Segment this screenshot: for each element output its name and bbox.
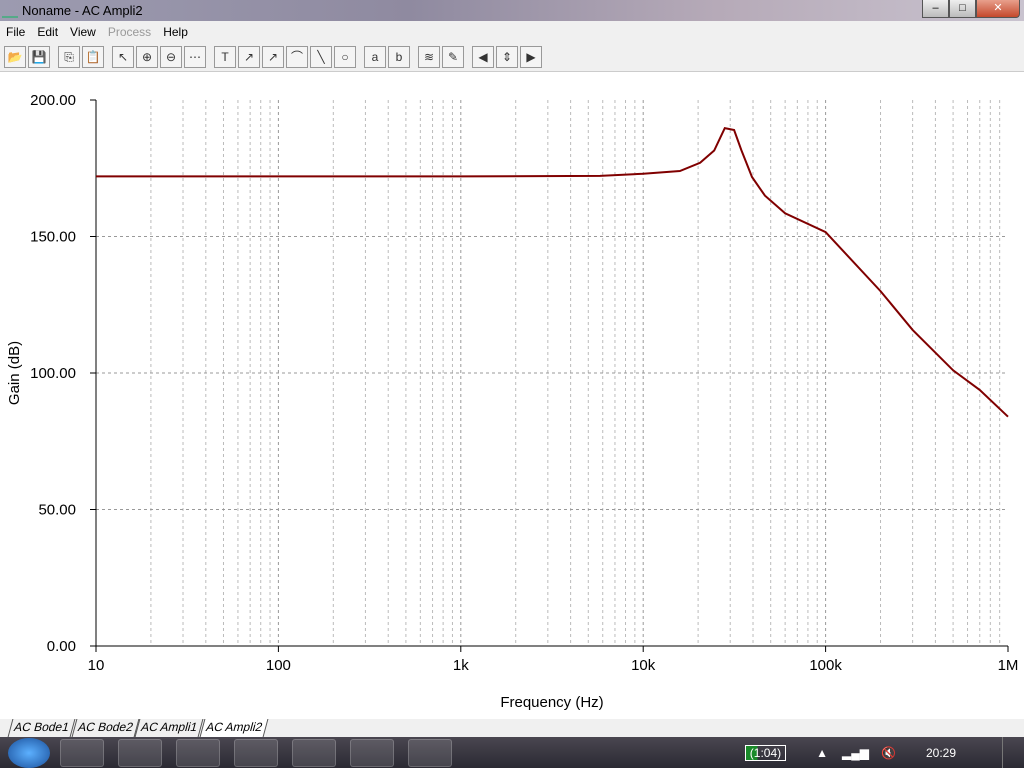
x-tick-label: 1M (998, 657, 1019, 674)
menu-process: Process (107, 24, 152, 39)
cursor-b-icon[interactable]: b (388, 45, 410, 68)
acrobat-icon[interactable] (350, 738, 394, 767)
network-icon[interactable]: ▂▄▆ (842, 746, 869, 760)
onenote-icon[interactable] (176, 738, 220, 767)
pointer-icon[interactable]: ↖ (112, 45, 134, 68)
tab-ac-ampli1[interactable]: AC Ampli1 (134, 719, 204, 737)
explorer-icon[interactable] (118, 738, 162, 767)
window-title: Noname - AC Ampli2 (22, 3, 143, 18)
sheet-tabs: AC Bode1 AC Bode2 AC Ampli1 AC Ampli2 (0, 719, 1024, 737)
menu-edit[interactable]: Edit (37, 25, 58, 39)
toolbar: 📂 💾 ⎘ 📋 ↖ ⊕ ⊖ ⋯ T ↗ ↗ ⌒ ╲ ○ a b ≋ ✎ ◀ ⇕ ▶ (0, 42, 1024, 72)
maximize-button[interactable]: □ (949, 0, 976, 18)
menu-bar: File Edit View Process Help (0, 21, 1024, 42)
bode-plot: 10 100 1k 10k 100k 1M 0.00 50.00 100.00 150.00 200… (6, 92, 1019, 711)
x-axis-label: Frequency (Hz) (500, 694, 603, 711)
app-icon (2, 4, 18, 18)
menu-file[interactable]: File (6, 25, 25, 39)
clock[interactable]: 20:29 (926, 746, 956, 760)
taskbar: (1:04) ▲ ▂▄▆ 🔇 20:29 (0, 737, 1024, 768)
cursor-a-icon[interactable]: a (364, 45, 386, 68)
grid-icon[interactable]: ⋯ (184, 45, 206, 68)
y-tick-label: 0.00 (47, 638, 76, 655)
volume-muted-icon[interactable]: 🔇 (881, 746, 896, 760)
firefox-icon[interactable] (60, 738, 104, 767)
annotate-icon[interactable]: ↗ (238, 45, 260, 68)
show-hidden-icons-icon[interactable]: ▲ (816, 746, 828, 760)
menu-help[interactable]: Help (163, 25, 188, 39)
x-tick-label: 100 (266, 657, 291, 674)
tab-ac-bode1[interactable]: AC Bode1 (7, 719, 76, 737)
x-tick-label: 1k (453, 657, 469, 674)
menu-view[interactable]: View (70, 25, 96, 39)
copy-icon[interactable]: ⎘ (58, 45, 80, 68)
save-icon[interactable]: 💾 (28, 45, 50, 68)
add-probe-icon[interactable]: ✎ (442, 45, 464, 68)
system-tray: (1:04) ▲ ▂▄▆ 🔇 20:29 (744, 737, 1024, 768)
open-folder-icon[interactable]: 📂 (4, 45, 26, 68)
y-tick-label: 150.00 (30, 229, 76, 246)
text-icon[interactable]: T (214, 45, 236, 68)
y-tick-label: 50.00 (38, 502, 76, 519)
minimize-button[interactable]: – (922, 0, 949, 18)
arrow-left-icon[interactable]: ◀ (472, 45, 494, 68)
x-tick-label: 10 (88, 657, 105, 674)
tina-icon[interactable] (408, 738, 452, 767)
line-icon[interactable]: ╲ (310, 45, 332, 68)
zoom-in-icon[interactable]: ⊕ (136, 45, 158, 68)
circle-icon[interactable]: ○ (334, 45, 356, 68)
title-bar: Noname - AC Ampli2 – □ ✕ (0, 0, 1024, 21)
annotate-query-icon[interactable]: ↗ (262, 45, 284, 68)
x-tick-label: 100k (809, 657, 842, 674)
battery-indicator[interactable]: (1:04) (744, 744, 787, 761)
curve-label-icon[interactable]: ⌒ (286, 45, 308, 68)
paste-icon[interactable]: 📋 (82, 45, 104, 68)
start-button[interactable] (8, 737, 50, 768)
show-desktop-button[interactable] (1002, 737, 1024, 768)
tab-ac-bode2[interactable]: AC Bode2 (71, 719, 139, 737)
add-curves-icon[interactable]: ≋ (418, 45, 440, 68)
x-tick-label: 10k (631, 657, 656, 674)
word-icon[interactable] (292, 738, 336, 767)
y-axis-label: Gain (dB) (6, 341, 23, 405)
zoom-100-icon[interactable]: ⊖ (160, 45, 182, 68)
arrow-right-icon[interactable]: ▶ (520, 45, 542, 68)
outlook-icon[interactable] (234, 738, 278, 767)
tab-ac-ampli2[interactable]: AC Ampli2 (200, 719, 269, 737)
y-tick-label: 100.00 (30, 365, 76, 382)
arrow-updown-icon[interactable]: ⇕ (496, 45, 518, 68)
y-tick-label: 200.00 (30, 92, 76, 109)
close-button[interactable]: ✕ (976, 0, 1020, 18)
